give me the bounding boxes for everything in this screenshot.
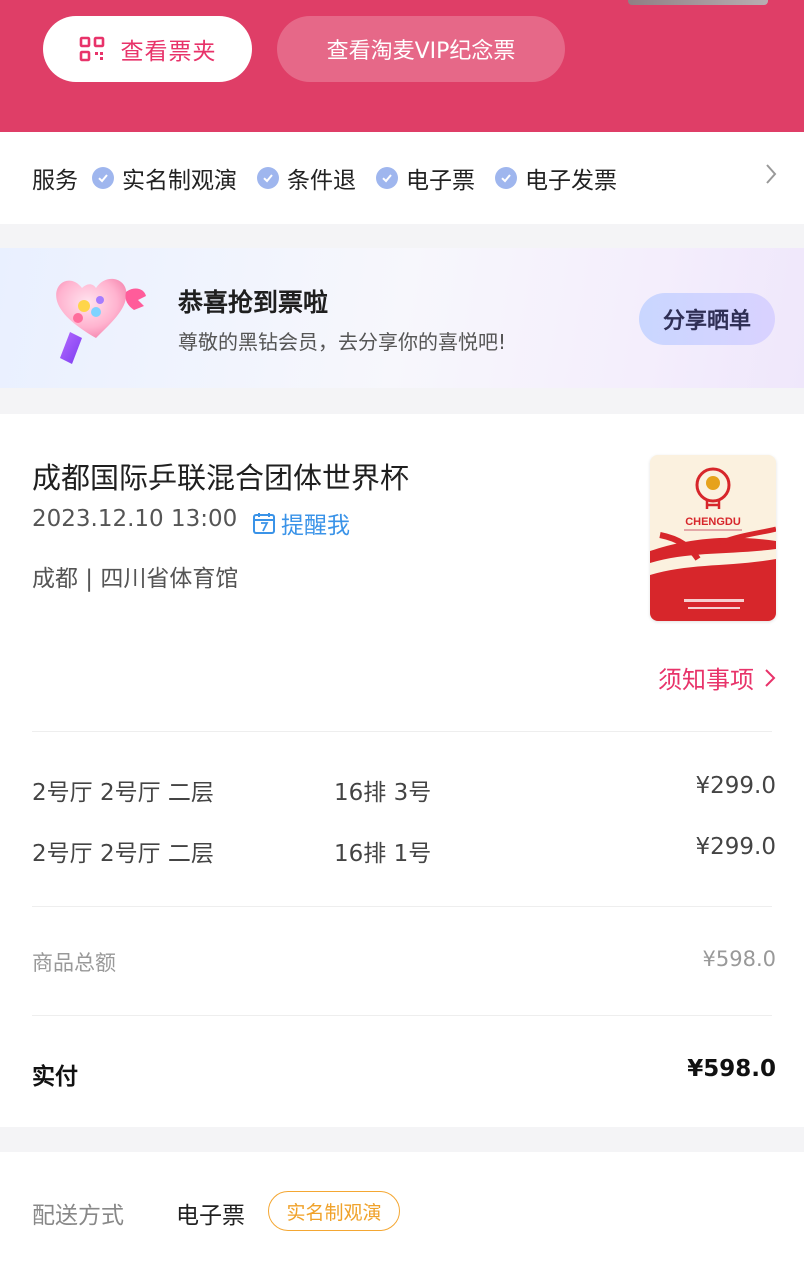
services-row[interactable]: 服务 实名制观演 条件退 电子票 电子发票 xyxy=(0,132,804,224)
view-vip-ticket-button[interactable]: 查看淘麦VIP纪念票 xyxy=(277,16,565,82)
service-item-label: 实名制观演 xyxy=(122,168,237,194)
paid-value: ¥598.0 xyxy=(687,1056,776,1082)
divider xyxy=(32,731,772,732)
poster-city-text: CHENGDU xyxy=(685,516,741,528)
delivery-value: 电子票 xyxy=(176,1203,245,1229)
header-image-strip xyxy=(628,0,768,5)
service-item-label: 电子票 xyxy=(406,168,475,194)
calendar-icon xyxy=(253,513,275,534)
divider xyxy=(32,906,772,907)
service-item: 实名制观演 xyxy=(92,161,237,195)
seat-area: 2号厅 2号厅 二层 xyxy=(32,780,214,806)
seat-row: 2号厅 2号厅 二层 16排 3号 ¥299.0 xyxy=(32,773,776,807)
banner-subtitle: 尊敬的黑钻会员，去分享你的喜悦吧! xyxy=(178,330,507,354)
seat-position: 16排 3号 xyxy=(334,780,432,806)
seat-position: 16排 1号 xyxy=(334,841,432,867)
seat-row: 2号厅 2号厅 二层 16排 1号 ¥299.0 xyxy=(32,834,776,868)
remind-me-label: 提醒我 xyxy=(281,513,350,539)
divider xyxy=(32,1015,772,1016)
view-vip-ticket-label: 查看淘麦VIP纪念票 xyxy=(326,39,516,64)
view-ticket-folder-button[interactable]: 查看票夹 xyxy=(43,16,252,82)
paid-label: 实付 xyxy=(32,1064,78,1090)
event-title: 成都国际乒联混合团体世界杯 xyxy=(32,461,410,495)
service-item: 电子票 xyxy=(376,161,475,195)
seat-price: ¥299.0 xyxy=(695,773,776,799)
notice-link[interactable]: 须知事项 xyxy=(658,660,776,695)
qr-code-icon xyxy=(79,36,104,62)
seat-price: ¥299.0 xyxy=(695,834,776,860)
service-item-label: 电子发票 xyxy=(525,168,617,194)
view-ticket-folder-label: 查看票夹 xyxy=(120,39,217,65)
poster-artwork: CHENGDU xyxy=(650,455,776,621)
check-icon xyxy=(257,167,279,189)
chevron-right-icon xyxy=(766,164,777,184)
check-icon xyxy=(495,167,517,189)
service-item: 条件退 xyxy=(257,161,356,195)
remind-me-button[interactable]: 提醒我 xyxy=(252,506,350,540)
real-name-tag: 实名制观演 xyxy=(268,1191,400,1231)
heart-key-icon xyxy=(56,278,146,364)
chevron-right-icon xyxy=(765,668,776,687)
service-item-label: 条件退 xyxy=(287,168,356,194)
seat-area: 2号厅 2号厅 二层 xyxy=(32,841,214,867)
delivery-label: 配送方式 xyxy=(32,1203,124,1229)
banner-title: 恭喜抢到票啦 xyxy=(178,288,329,317)
event-venue: 成都 | 四川省体育馆 xyxy=(32,566,239,592)
services-label: 服务 xyxy=(32,168,78,194)
check-icon xyxy=(376,167,398,189)
event-poster[interactable]: CHENGDU xyxy=(650,455,776,621)
subtotal-value: ¥598.0 xyxy=(702,947,776,971)
event-datetime: 2023.12.10 13:00 xyxy=(32,506,238,532)
share-button[interactable]: 分享晒单 xyxy=(639,293,775,345)
subtotal-label: 商品总额 xyxy=(32,951,116,975)
top-header: 查看票夹 查看淘麦VIP纪念票 xyxy=(0,0,804,132)
service-item: 电子发票 xyxy=(495,161,617,195)
check-icon xyxy=(92,167,114,189)
notice-label: 须知事项 xyxy=(658,666,754,694)
